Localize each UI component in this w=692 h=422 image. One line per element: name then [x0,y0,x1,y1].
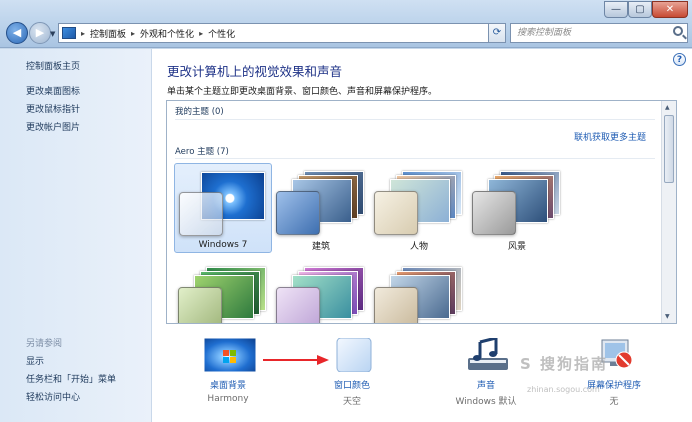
breadcrumb-control-panel[interactable]: 控制面板 [90,27,126,40]
desktop-background-setting[interactable]: 桌面背景 Harmony [180,338,276,414]
scroll-down-icon[interactable]: ▼ [665,313,670,320]
sidebar-item-control-panel-home[interactable]: 控制面板主页 [26,59,80,72]
theme-list[interactable]: 我的主题 (0) 联机获取更多主题 Aero 主题 (7) Windows 7 … [166,100,677,324]
window-color-value: 天空 [342,397,361,407]
theme-characters[interactable]: 人物 [370,163,468,253]
watermark-logo: S 搜狗指南 [520,355,609,373]
theme-architecture[interactable]: 建筑 [272,163,370,253]
forward-button[interactable]: ▶ [29,22,51,44]
divider [175,119,655,120]
screen-saver-setting[interactable]: 屏幕保护程序 无 [566,338,662,414]
sidebar: 控制面板主页 更改桌面图标 更改鼠标指针 更改帐户图片 另请参阅 显示 任务栏和… [0,49,152,422]
window-color-setting[interactable]: 窗口颜色 天空 [304,338,400,414]
scroll-thumb[interactable] [664,115,674,183]
search-icon[interactable] [673,26,683,36]
theme-windows7[interactable]: Windows 7 [174,163,272,253]
watermark-url: zhinan.sogou.com [527,385,600,394]
see-also-heading: 另请参阅 [26,339,63,349]
window-color-swatch-icon [336,338,372,372]
window-color-swatch [276,191,320,235]
theme-united-states[interactable] [370,259,468,323]
sounds-value: Windows 默认 [455,397,517,407]
theme-landscapes[interactable]: 风景 [468,163,566,253]
minimize-button[interactable]: — [604,1,628,18]
refresh-button[interactable]: ⟳ [488,23,506,43]
desktop-background-thumbnail-icon [204,338,256,372]
breadcrumb-appearance[interactable]: 外观和个性化 [140,27,194,40]
search-input[interactable]: 搜索控制面板 [510,23,688,43]
address-bar[interactable]: ▸ 控制面板 ▸ 外观和个性化 ▸ 个性化 ▼ [58,23,505,43]
page-subtitle: 单击某个主题立即更改桌面背景、窗口颜色、声音和屏幕保护程序。 [167,87,438,97]
theme-name: 人物 [409,242,428,252]
window-color-swatch [374,191,418,235]
scroll-up-icon[interactable]: ▲ [665,104,670,111]
page-title: 更改计算机上的视觉效果和声音 [167,64,343,79]
window-color-swatch [178,287,222,323]
window-color-label[interactable]: 窗口颜色 [304,378,400,391]
breadcrumb-personalization[interactable]: 个性化 [208,27,235,40]
my-themes-heading: 我的主题 (0) [175,107,224,117]
see-also-ease-of-access[interactable]: 轻松访问中心 [26,390,80,403]
screen-saver-value: 无 [609,397,619,407]
main-panel: ? 更改计算机上的视觉效果和声音 单击某个主题立即更改桌面背景、窗口颜色、声音和… [152,49,692,422]
title-bar: — ▢ ✕ ◀ ▶ ▼ ▸ 控制面板 ▸ 外观和个性化 ▸ 个性化 ▼ ⟳ 搜索… [0,0,692,48]
breadcrumb-separator-icon[interactable]: ▸ [81,29,85,38]
control-panel-icon [62,27,76,39]
breadcrumb-separator-icon[interactable]: ▸ [199,29,203,38]
see-also-taskbar[interactable]: 任务栏和「开始」菜单 [26,372,116,385]
back-arrow-icon: ◀ [12,26,22,39]
desktop-background-label[interactable]: 桌面背景 [180,378,276,391]
music-notes-icon [468,338,508,370]
back-button[interactable]: ◀ [6,22,28,44]
desktop-background-value: Harmony [207,394,249,404]
window-color-swatch [472,191,516,235]
window-color-swatch [374,287,418,323]
see-also-display[interactable]: 显示 [26,354,44,367]
sidebar-item-account-picture[interactable]: 更改帐户图片 [26,120,80,133]
sounds-label[interactable]: 声音 [438,378,534,391]
divider [175,158,655,159]
theme-name: Windows 7 [198,240,248,250]
theme-list-scrollbar[interactable]: ▲ ▼ [661,101,676,323]
window-color-swatch [276,287,320,323]
help-icon[interactable]: ? [673,53,686,66]
aero-themes-heading: Aero 主题 (7) [175,147,229,157]
sidebar-item-desktop-icons[interactable]: 更改桌面图标 [26,84,80,97]
theme-scenes[interactable] [272,259,370,323]
window-color-swatch [179,192,223,236]
sounds-setting[interactable]: 声音 Windows 默认 [438,338,534,414]
maximize-button[interactable]: ▢ [628,1,652,18]
close-button[interactable]: ✕ [652,1,688,18]
theme-name: 风景 [507,242,526,252]
sidebar-item-mouse-pointers[interactable]: 更改鼠标指针 [26,102,80,115]
theme-name: 建筑 [311,242,330,252]
search-placeholder: 搜索控制面板 [517,28,572,38]
forward-arrow-icon: ▶ [35,26,45,39]
breadcrumb-separator-icon[interactable]: ▸ [131,29,135,38]
recent-pages-dropdown[interactable]: ▼ [50,30,55,38]
get-more-themes-link[interactable]: 联机获取更多主题 [574,130,646,143]
theme-nature[interactable] [174,259,272,323]
